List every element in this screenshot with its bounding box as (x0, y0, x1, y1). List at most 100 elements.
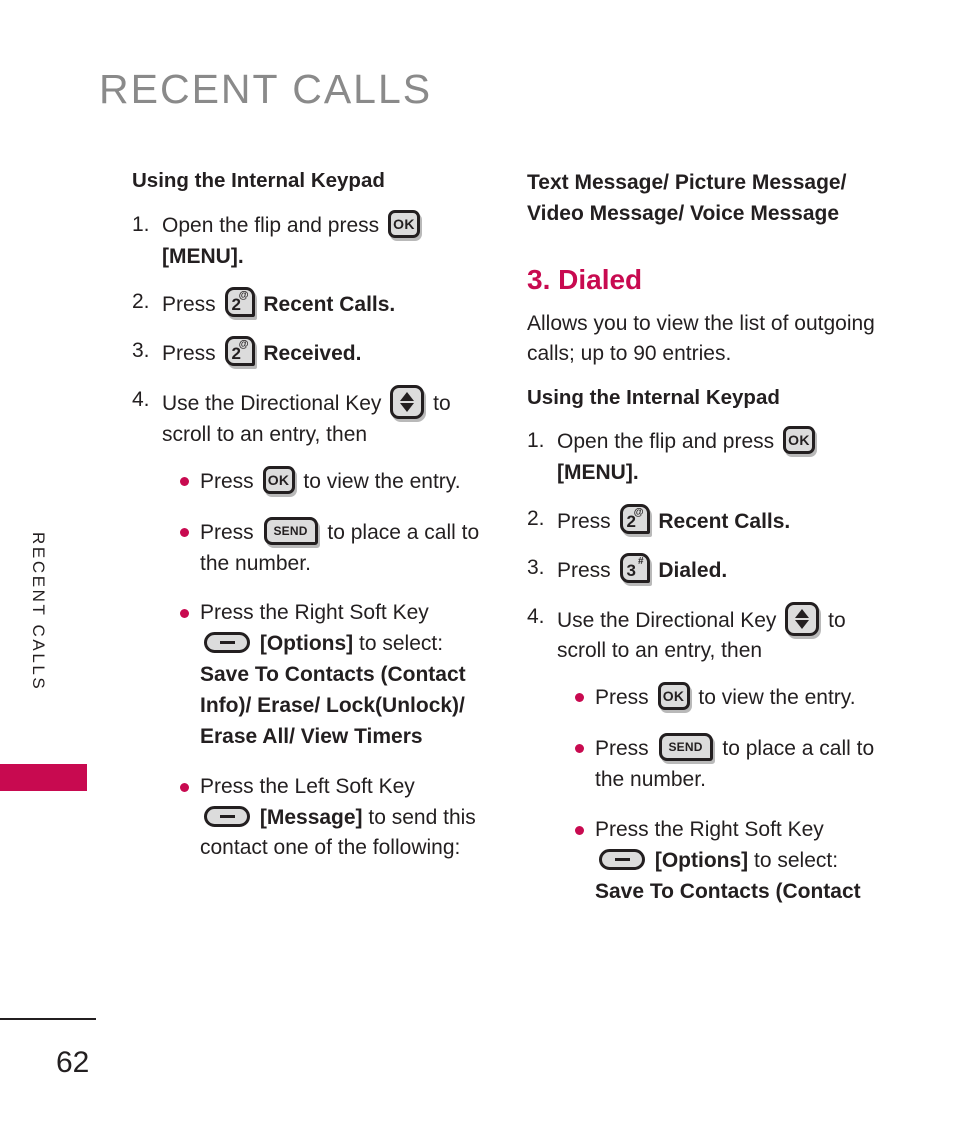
page-title: RECENT CALLS (99, 66, 433, 112)
step-text-before: Press (557, 509, 611, 533)
right-step-4: 4. Use the Directional Key to scroll to a… (527, 601, 892, 668)
step-text-after: Received. (263, 342, 362, 366)
soft-key-dash-icon (219, 814, 235, 818)
soft-key-icon (204, 805, 250, 827)
soft-key-dash-icon (219, 641, 235, 645)
triangle-up-icon (795, 608, 810, 618)
step-number: 3. (132, 339, 150, 363)
step-text-before: Press (162, 293, 216, 317)
list-item: Press the Left Soft Key [Message] to sen… (178, 772, 494, 865)
left-step-1: 1. Open the flip and press OK [MENU]. (132, 209, 494, 273)
right-bullet-list: Press OK to view the entry. Press SEND t… (573, 682, 892, 907)
left-step-3: 3. Press 2 @ Received. (132, 336, 494, 370)
directional-key-icon (390, 385, 425, 420)
page-number: 62 (56, 1046, 90, 1079)
right-column: Text Message/ Picture Message/ Video Mes… (527, 168, 892, 926)
step-text-before: Use the Directional Key (162, 392, 382, 416)
key-2-superscript: @ (238, 339, 249, 351)
list-item: Press SEND to place a call to the number… (178, 516, 494, 580)
bullet-bracket-label: [Options] (654, 848, 749, 872)
ok-key-icon: OK (262, 465, 295, 494)
step-text-before: Use the Directional Key (557, 608, 777, 632)
bullet-bracket-label: [Message] (259, 805, 363, 829)
bullet-text-after: to view the entry. (303, 469, 461, 493)
step-number: 2. (132, 290, 150, 314)
list-item: Press the Right Soft Key [Options] to se… (573, 815, 892, 908)
step-number: 4. (132, 388, 150, 412)
ok-key-label: OK (393, 215, 415, 232)
send-key-icon: SEND (263, 516, 318, 545)
step-text-before: Open the flip and press (557, 430, 775, 454)
bullet-text-after: to select: (754, 848, 839, 872)
triangle-down-icon (400, 403, 415, 413)
left-bullet-list: Press OK to view the entry. Press SEND t… (178, 465, 494, 865)
soft-key-dash-icon (614, 857, 630, 861)
bullet-text-after: to view the entry. (698, 686, 856, 710)
key-3-superscript: # (637, 555, 644, 567)
bullet-text-after: to select: (359, 632, 444, 656)
bullet-text-before: Press the Right Soft Key (200, 601, 429, 625)
send-key-label: SEND (668, 740, 703, 755)
ok-key-icon: OK (782, 426, 815, 455)
send-key-label: SEND (273, 523, 308, 538)
soft-key-icon (599, 848, 645, 870)
right-step-1: 1. Open the flip and press OK [MENU]. (527, 426, 892, 489)
bullet-text-before: Press (200, 520, 254, 544)
bullet-text-before: Press (200, 469, 254, 493)
step-text-after: Recent Calls. (658, 509, 791, 533)
step-number: 3. (527, 555, 545, 579)
left-step-4: 4. Use the Directional Key to scroll to a… (132, 385, 494, 451)
list-item: Press the Right Soft Key [Options] to se… (178, 598, 494, 752)
bullet-text-before: Press (595, 686, 649, 710)
step-text-before: Open the flip and press (162, 213, 380, 237)
message-types: Text Message/ Picture Message/ Video Mes… (527, 171, 847, 225)
bullet-options: Save To Contacts (Contact Info)/ Erase/ … (200, 663, 466, 748)
ok-key-icon: OK (387, 209, 420, 238)
step-number: 1. (132, 212, 150, 236)
key-2-superscript: @ (633, 506, 644, 518)
send-key-icon: SEND (658, 733, 713, 762)
list-item: Press SEND to place a call to the number… (573, 733, 892, 796)
right-subhead: Using the Internal Keypad (527, 385, 780, 409)
triangle-up-icon (400, 392, 415, 402)
step-text-before: Press (162, 342, 216, 366)
step-number: 1. (527, 429, 545, 453)
right-step-3: 3. Press 3 # Dialed. (527, 552, 892, 587)
side-tab-label: RECENT CALLS (29, 532, 48, 692)
step-text-after: Recent Calls. (263, 293, 396, 317)
triangle-down-icon (795, 619, 810, 629)
bullet-text-before: Press (595, 737, 649, 761)
right-step-2: 2. Press 2 @ Recent Calls. (527, 503, 892, 538)
directional-key-icon (785, 601, 820, 636)
left-column: Using the Internal Keypad 1. Open the fli… (132, 168, 494, 883)
key-2-superscript: @ (238, 290, 249, 302)
side-tab-marker (0, 764, 87, 791)
bullet-options: Save To Contacts (Contact (595, 879, 861, 903)
key-2-icon: 2 @ (224, 336, 255, 367)
dialed-description: Allows you to view the list of outgoing … (527, 311, 875, 365)
section-heading-dialed: 3. Dialed (527, 264, 643, 296)
left-step-2: 2. Press 2 @ Recent Calls. (132, 287, 494, 321)
bullet-bracket-label: [Options] (259, 632, 354, 656)
step-number: 2. (527, 506, 545, 530)
key-2-icon: 2 @ (224, 287, 255, 318)
step-number: 4. (527, 604, 545, 628)
list-item: Press OK to view the entry. (178, 465, 494, 498)
footer-divider (0, 1018, 96, 1020)
step-text-after: Dialed. (658, 558, 728, 582)
key-3-digit: 3 (626, 560, 636, 580)
ok-key-label: OK (662, 688, 685, 705)
step-text-before: Press (557, 558, 611, 582)
step-text-after: [MENU]. (557, 461, 639, 485)
ok-key-label: OK (267, 471, 290, 488)
list-item: Press OK to view the entry. (573, 682, 892, 714)
soft-key-icon (204, 632, 250, 654)
key-2-icon: 2 @ (619, 503, 650, 534)
left-subhead: Using the Internal Keypad (132, 169, 385, 192)
bullet-text-before: Press the Right Soft Key (595, 817, 824, 841)
ok-key-icon: OK (657, 682, 690, 711)
bullet-text-before: Press the Left Soft Key (200, 774, 415, 798)
ok-key-label: OK (788, 432, 810, 449)
key-3-icon: 3 # (619, 552, 650, 583)
step-text-after: [MENU]. (162, 244, 244, 268)
